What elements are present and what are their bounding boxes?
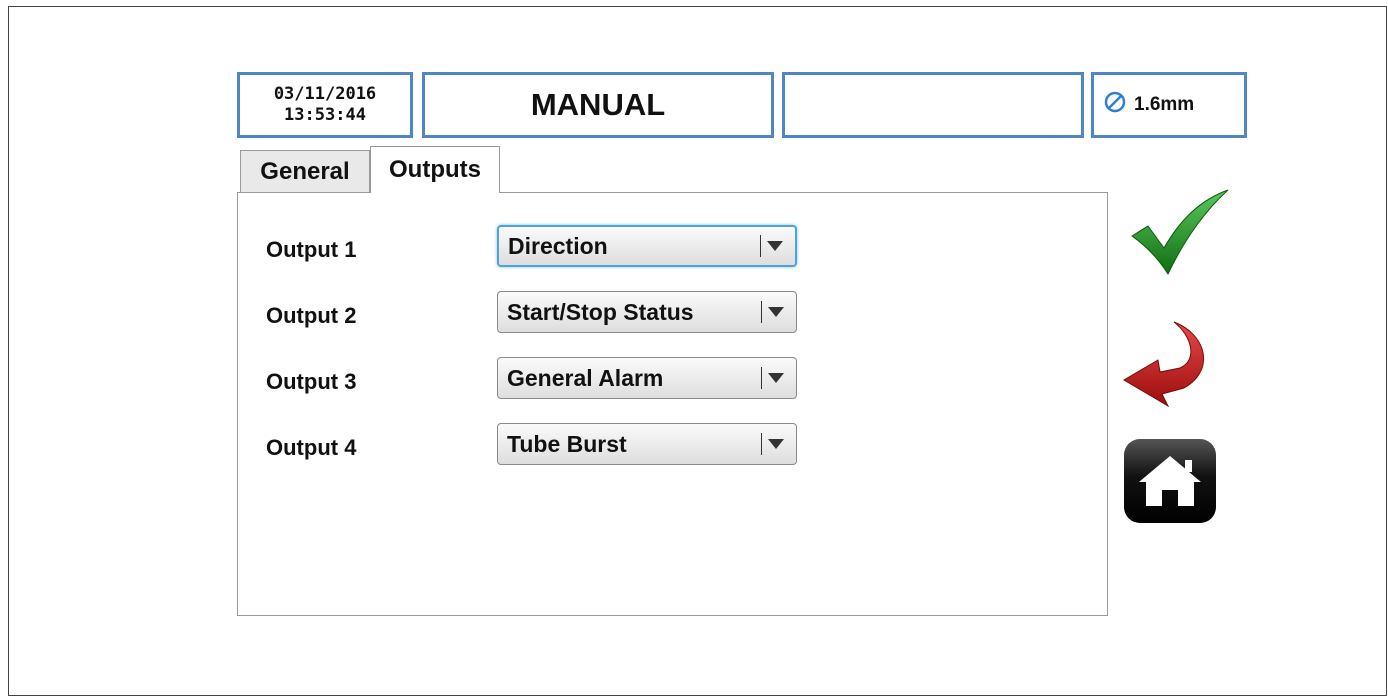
dropdown-separator (760, 235, 761, 257)
tab-outputs[interactable]: Outputs (370, 146, 500, 193)
date-text: 03/11/2016 (273, 84, 377, 104)
chevron-down-icon (767, 241, 783, 251)
confirm-button[interactable] (1128, 188, 1232, 280)
output-1-value: Direction (508, 232, 608, 259)
output-2-value: Start/Stop Status (507, 298, 694, 325)
tab-general[interactable]: General (240, 150, 370, 192)
output-4-select[interactable]: Tube Burst (497, 423, 797, 465)
output-2-label: Output 2 (266, 303, 357, 328)
chevron-down-icon (768, 373, 784, 383)
tab-general-label: General (260, 157, 350, 185)
status-display (782, 72, 1084, 138)
output-1-select[interactable]: Direction (497, 225, 797, 267)
output-3-label: Output 3 (266, 369, 357, 394)
chevron-down-icon (768, 307, 784, 317)
home-button[interactable] (1123, 438, 1217, 524)
checkmark-icon (1131, 189, 1229, 276)
back-arrow-icon (1123, 321, 1204, 408)
tube-size-display: 1.6mm (1091, 72, 1247, 138)
datetime-display: 03/11/2016 13:53:44 (237, 72, 413, 138)
dropdown-separator (761, 367, 762, 389)
output-4-value: Tube Burst (507, 430, 627, 457)
output-2-select[interactable]: Start/Stop Status (497, 291, 797, 333)
dropdown-separator (761, 433, 762, 455)
back-button[interactable] (1122, 320, 1212, 408)
tab-outputs-label: Outputs (389, 156, 481, 183)
output-1-label: Output 1 (266, 237, 357, 262)
chevron-down-icon (768, 439, 784, 449)
mode-text: MANUAL (530, 87, 666, 122)
output-3-value: General Alarm (507, 364, 664, 391)
mode-display: MANUAL (422, 72, 774, 138)
output-4-label: Output 4 (266, 435, 357, 460)
output-3-select[interactable]: General Alarm (497, 357, 797, 399)
tube-size-text: 1.6mm (1134, 94, 1195, 115)
home-icon (1124, 439, 1216, 523)
dropdown-separator (761, 301, 762, 323)
time-text: 13:53:44 (284, 105, 366, 125)
diameter-icon (1104, 91, 1126, 119)
